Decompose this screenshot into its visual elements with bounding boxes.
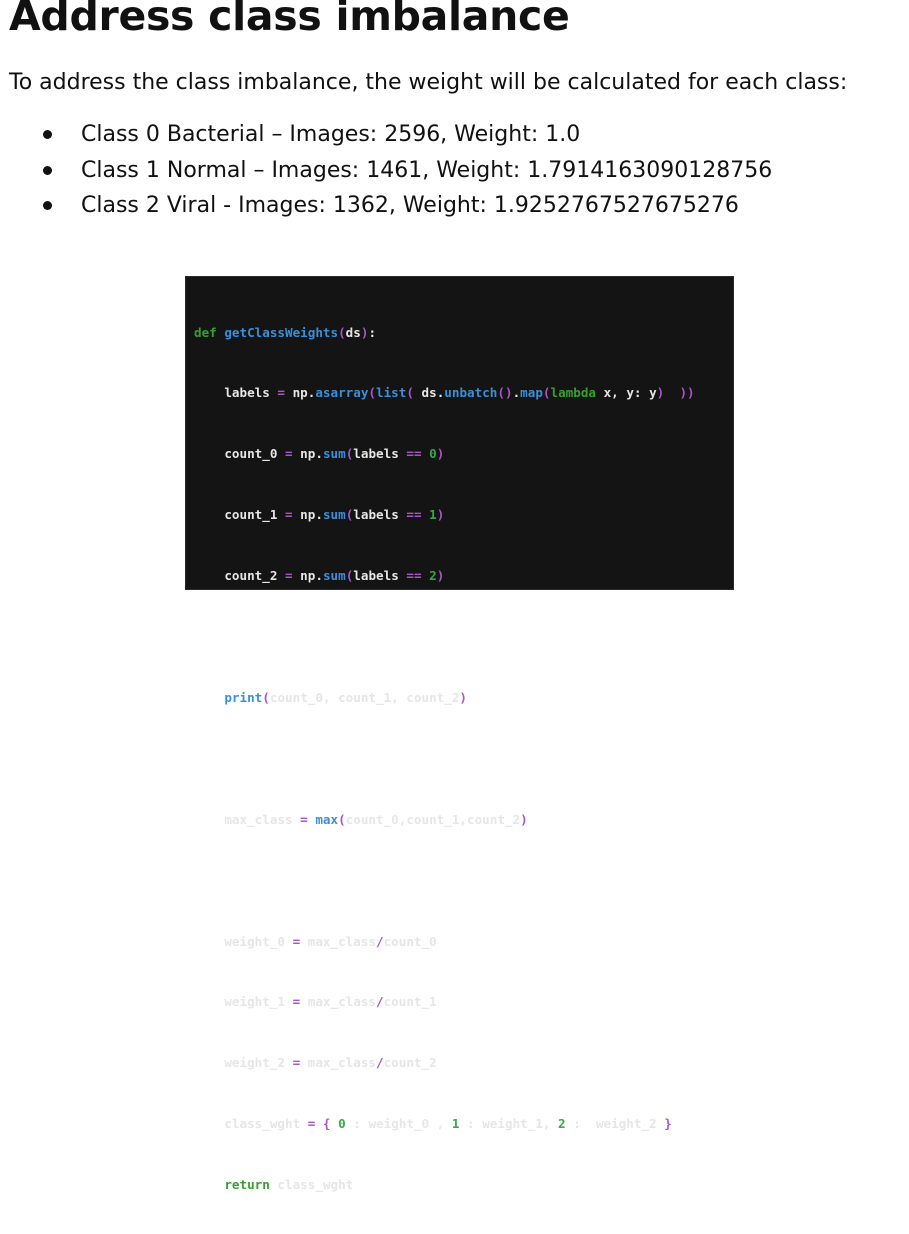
code-line: count_1 = np.sum(labels == 1) xyxy=(194,507,445,523)
code-block: def getClassWeights(ds): labels = np.asa… xyxy=(194,282,695,1234)
code-line: print(count_0, count_1, count_2) xyxy=(224,689,468,705)
list-item-text: Class 1 Normal – Images: 1461, Weight: 1… xyxy=(81,157,773,183)
list-item-text: Class 2 Viral - Images: 1362, Weight: 1.… xyxy=(81,193,739,218)
code-line: def getClassWeights(ds): xyxy=(194,324,377,340)
intro-paragraph: To address the class imbalance, the weig… xyxy=(9,70,848,95)
section-heading: Address class imbalance xyxy=(9,0,570,40)
bullet-icon xyxy=(43,165,52,175)
code-line: labels = np.asarray(list( ds.unbatch().m… xyxy=(194,385,695,401)
code-line: class_wght = { 0 : weight_0 , 1 : weight… xyxy=(194,1116,672,1132)
code-line: weight_1 = max_class/count_1 xyxy=(194,994,437,1010)
code-line: weight_0 = max_class/count_0 xyxy=(194,933,437,949)
code-line: count_2 = np.sum(labels == 2) xyxy=(194,568,445,584)
code-screenshot: def getClassWeights(ds): labels = np.asa… xyxy=(185,276,734,1192)
code-line: max_class = max(count_0,count_1,count_2) xyxy=(194,811,528,827)
code-line: count_0 = np.sum(labels == 0) xyxy=(194,446,445,462)
bullet-icon xyxy=(43,130,52,139)
code-line: weight_2 = max_class/count_2 xyxy=(194,1055,437,1071)
list-item-text: Class 0 Bacterial – Images: 2596, Weight… xyxy=(81,122,581,147)
code-line: return class_wght xyxy=(224,1177,354,1193)
bullet-icon xyxy=(43,201,52,210)
